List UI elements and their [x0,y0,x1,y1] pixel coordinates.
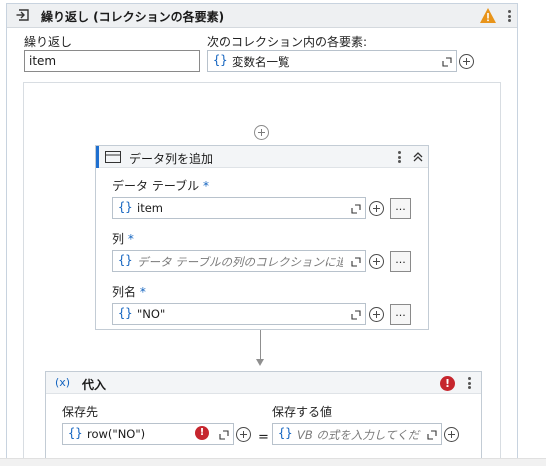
expression-icon: {} [118,200,133,214]
assign-to-field[interactable]: {} row("NO") ! [62,423,234,445]
loop-icon [16,9,29,21]
expand-editor-icon[interactable] [351,204,361,214]
datatable-label: データ テーブル * [112,179,209,193]
flow-connector [260,330,261,362]
add-data-column-header[interactable]: データ列を追加 [96,146,428,168]
expand-editor-icon[interactable] [219,430,229,440]
expand-editor-icon[interactable] [351,310,361,320]
assign-value-add-icon[interactable] [444,427,459,442]
assign-menu-icon[interactable] [464,375,474,391]
datatable-value: item [137,201,163,215]
foreach-title: 繰り返し (コレクションの各要素) [41,10,225,24]
datatable-browse-button[interactable]: ... [390,198,411,219]
warning-icon[interactable] [479,7,497,24]
assign-value-field[interactable]: {} VB の式を入力してくださ [272,423,442,445]
insert-activity-icon[interactable] [254,125,269,140]
foreach-header[interactable]: 繰り返し (コレクションの各要素) [7,4,517,28]
column-label: 列 * [112,232,134,246]
datatable-icon [105,151,121,163]
collection-value: 変数名一覧 [232,55,290,69]
foreach-menu-icon[interactable] [504,8,514,24]
field-error-icon[interactable]: ! [195,426,209,440]
collection-add-icon[interactable] [459,54,474,69]
collection-label: 次のコレクション内の各要素: [207,35,368,49]
column-add-icon[interactable] [369,254,384,269]
column-name-field[interactable]: {} "NO" [112,303,366,325]
add-data-column-menu-icon[interactable] [394,149,404,165]
assign-title: 代入 [82,378,107,392]
assign-header[interactable]: (x) 代入 ! [46,372,481,394]
selection-accent [96,146,99,168]
expression-icon: {} [68,426,83,440]
add-data-column-title: データ列を追加 [129,152,214,166]
assign-value-placeholder: VB の式を入力してくださ [297,428,421,442]
assign-to-value: row("NO") [87,427,146,441]
column-name-add-icon[interactable] [369,307,384,322]
add-data-column-activity[interactable]: データ列を追加 データ テーブル * {} item ... 列 * {} デー… [95,145,429,330]
expand-editor-icon[interactable] [351,257,361,267]
loop-var-label: 繰り返し [24,35,73,49]
assign-to-label: 保存先 [62,405,99,419]
column-field[interactable]: {} データ テーブルの列のコレクションに追加され [112,250,366,272]
expression-icon: {} [118,253,133,267]
assign-equals: = [258,430,269,445]
expand-editor-icon[interactable] [442,57,452,67]
collapse-icon[interactable] [412,151,424,163]
expression-icon: {} [278,426,293,440]
flow-arrow-icon [256,359,264,366]
horizontal-scrollbar[interactable] [0,458,546,466]
column-name-value: "NO" [137,307,166,321]
assign-activity[interactable]: (x) 代入 ! 保存先 {} row("NO") ! 保存する値 {} VB … [45,371,482,466]
expression-icon: {} [118,306,133,320]
datatable-field[interactable]: {} item [112,197,366,219]
error-icon[interactable]: ! [440,376,455,391]
assign-to-add-icon[interactable] [236,427,251,442]
column-name-browse-button[interactable]: ... [390,304,411,325]
expression-icon: {} [213,53,228,67]
column-browse-button[interactable]: ... [390,251,411,272]
expand-editor-icon[interactable] [427,430,437,440]
variable-icon: (x) [55,376,71,389]
column-placeholder: データ テーブルの列のコレクションに追加され [137,255,343,269]
collection-field[interactable]: {} 変数名一覧 [207,50,457,72]
loop-var-input[interactable]: item [24,50,200,72]
datatable-add-icon[interactable] [369,201,384,216]
column-name-label: 列名 * [112,285,146,299]
assign-value-label: 保存する値 [272,405,333,419]
